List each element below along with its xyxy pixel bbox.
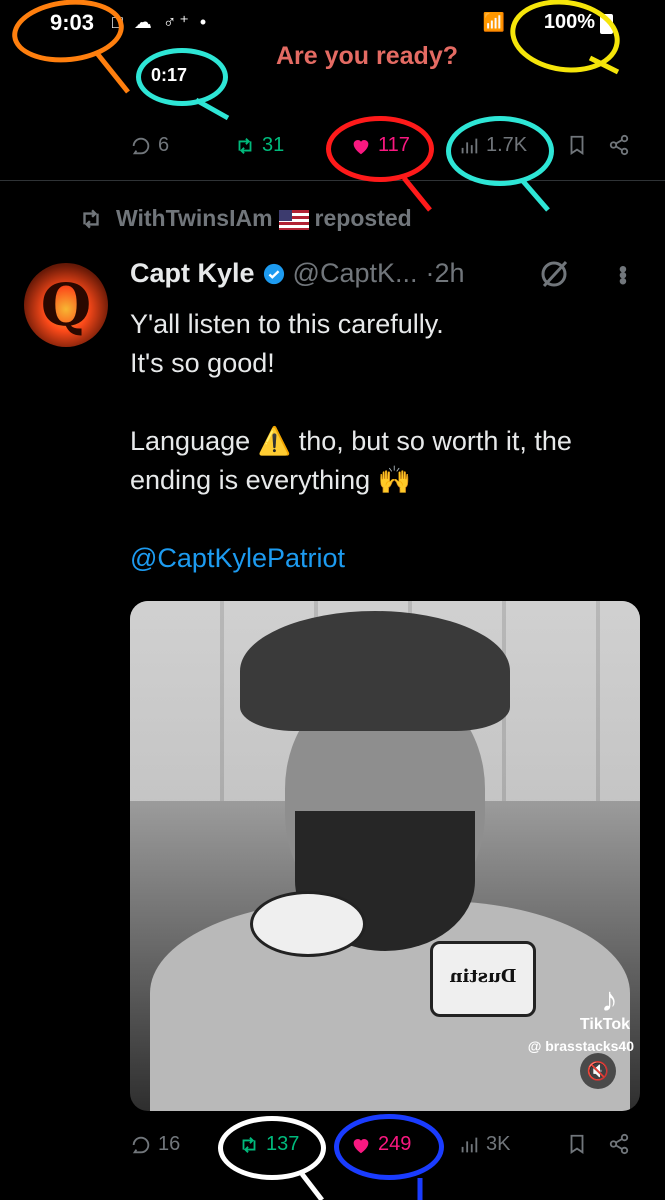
tweet-time[interactable]: ·2h [426, 258, 465, 289]
speaker-muted-icon: 🔇 [586, 1061, 610, 1081]
more-options-icon[interactable]: • • • [618, 258, 628, 294]
reply-count: 6 [158, 134, 170, 156]
repost-count: 31 [262, 134, 285, 156]
views-button[interactable]: 3K [458, 1133, 510, 1156]
tweet-line: Language ⚠️ tho, but so worth it, the en… [130, 426, 572, 495]
views-icon [461, 1137, 478, 1152]
video-subject-cap [240, 611, 510, 731]
mention-link[interactable]: @CaptKylePatriot [130, 539, 640, 578]
bookmark-icon [570, 135, 584, 155]
annotation-circle-battery [505, 0, 625, 80]
name-patch-text: Dustin [449, 966, 517, 987]
grok-icon[interactable] [538, 258, 570, 290]
share-button[interactable] [608, 1133, 630, 1155]
reply-button[interactable]: 16 [130, 1133, 180, 1156]
bookmark-icon [570, 1134, 584, 1154]
display-name[interactable]: Capt Kyle [130, 258, 255, 289]
q-phoenix-logo: Q [40, 271, 92, 339]
repost-icon [238, 137, 252, 154]
reply-icon [132, 1136, 150, 1153]
notification-icons: □ ☁ ♂⁺ • [112, 12, 210, 32]
verified-badge-icon [263, 263, 284, 284]
tweet-text: Y'all listen to this carefully. It's so … [130, 305, 640, 578]
share-icon [609, 1133, 629, 1155]
shirt-logo-patch [250, 891, 366, 957]
reply-button[interactable]: 6 [130, 134, 169, 157]
reposter-name: WithTwinsIAm [116, 205, 273, 231]
avatar[interactable]: Q [24, 263, 108, 347]
annotation-circle-reposts [218, 1116, 326, 1180]
repost-header[interactable]: WithTwinsIAm reposted [78, 205, 412, 232]
annotation-circle-views [446, 116, 554, 186]
tiktok-logo-icon: ♪ [601, 981, 618, 1019]
repost-suffix: reposted [314, 205, 412, 231]
reply-icon [132, 137, 150, 154]
views-count: 3K [486, 1133, 511, 1155]
bookmark-button[interactable] [566, 134, 588, 156]
tweet-video[interactable]: Dustin ♪ TikTok @ brasstacks40 🔇 [130, 601, 640, 1111]
tweet-line: Y'all listen to this carefully. [130, 309, 444, 339]
tweet-divider [0, 180, 665, 181]
tiktok-username: @ brasstacks40 [527, 1038, 634, 1054]
video-banner-text: Are you ready? [276, 42, 459, 70]
tweet-author-row: Capt Kyle @CaptK... ·2h [130, 258, 465, 289]
mute-button[interactable]: 🔇 [580, 1053, 616, 1089]
annotation-circle-timer [136, 48, 228, 106]
repost-button[interactable]: 31 [234, 134, 284, 157]
tweet-line: It's so good! [130, 348, 275, 378]
annotation-circle-time [9, 0, 127, 68]
annotation-circle-likes-2 [334, 1114, 444, 1180]
us-flag-icon [278, 209, 309, 230]
author-handle[interactable]: @CaptK... [293, 258, 418, 289]
share-icon [609, 134, 629, 156]
share-button[interactable] [608, 134, 630, 156]
tiktok-label: TikTok [579, 1016, 630, 1033]
bookmark-button[interactable] [566, 1133, 588, 1155]
annotation-circle-likes [326, 116, 434, 182]
repost-icon [83, 208, 99, 229]
wifi-signal-icon: 📶 [482, 12, 505, 32]
name-patch: Dustin [430, 941, 536, 1017]
reply-count: 16 [158, 1133, 181, 1155]
